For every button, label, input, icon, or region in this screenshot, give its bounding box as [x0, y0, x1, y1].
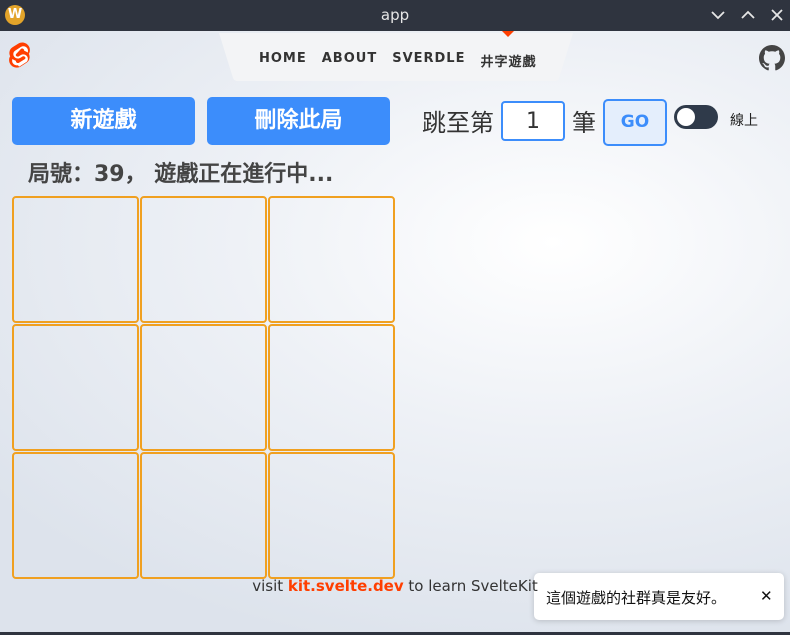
- tictactoe-board: [12, 196, 396, 579]
- game-status: 局號：39， 遊戲正在進行中...: [28, 162, 334, 187]
- board-cell-7[interactable]: [140, 452, 267, 579]
- online-toggle[interactable]: [674, 105, 718, 129]
- board-cell-1[interactable]: [140, 196, 267, 323]
- site-header: HOME ABOUT SVERDLE 井字遊戲: [0, 31, 790, 83]
- board-cell-3[interactable]: [12, 324, 139, 451]
- footer-prefix: visit: [252, 577, 288, 595]
- main-nav: HOME ABOUT SVERDLE 井字遊戲: [219, 31, 573, 81]
- window-titlebar: W app: [0, 0, 790, 31]
- jump-suffix-label: 筆: [572, 109, 596, 137]
- board-cell-2[interactable]: [268, 196, 395, 323]
- delete-game-button[interactable]: 刪除此局: [207, 97, 390, 145]
- board-cell-0[interactable]: [12, 196, 139, 323]
- site-footer: visit kit.svelte.dev to learn SvelteKit: [0, 577, 790, 595]
- svelte-logo-icon[interactable]: [8, 42, 32, 70]
- nav-about[interactable]: ABOUT: [322, 51, 377, 70]
- github-icon[interactable]: [759, 45, 785, 71]
- board-cell-6[interactable]: [12, 452, 139, 579]
- footer-link[interactable]: kit.svelte.dev: [288, 577, 404, 595]
- minimize-icon[interactable]: [708, 5, 728, 25]
- jump-number-input[interactable]: [501, 101, 565, 141]
- board-cell-4[interactable]: [140, 324, 267, 451]
- board-cell-8[interactable]: [268, 452, 395, 579]
- footer-suffix: to learn SvelteKit: [403, 577, 538, 595]
- jump-prefix-label: 跳至第: [422, 109, 494, 137]
- close-icon[interactable]: [767, 5, 787, 25]
- app-body: HOME ABOUT SVERDLE 井字遊戲 新遊戲 刪除此局 跳至第 筆 G…: [0, 31, 790, 635]
- nav-sverdle[interactable]: SVERDLE: [392, 51, 465, 70]
- go-button[interactable]: GO: [603, 99, 667, 146]
- toggle-knob: [677, 108, 695, 126]
- new-game-button[interactable]: 新遊戲: [12, 97, 195, 145]
- online-label: 線上: [730, 113, 758, 129]
- board-cell-5[interactable]: [268, 324, 395, 451]
- nav-tictactoe[interactable]: 井字遊戲: [480, 31, 536, 70]
- window-title: app: [380, 6, 410, 24]
- nav-home[interactable]: HOME: [259, 51, 307, 70]
- maximize-icon[interactable]: [738, 5, 758, 25]
